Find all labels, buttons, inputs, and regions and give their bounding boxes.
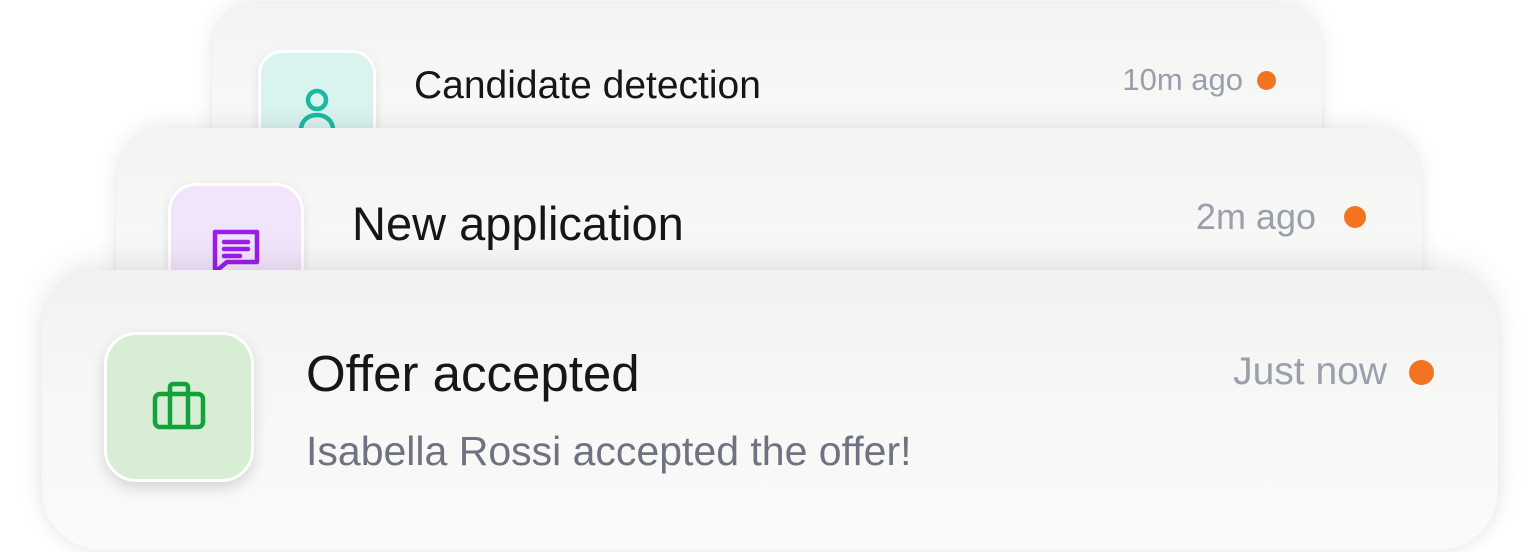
notification-message: Isabella Rossi accepted the offer!	[306, 428, 912, 474]
notification-card-offer-accepted[interactable]: Offer accepted Isabella Rossi accepted t…	[42, 270, 1498, 550]
notification-stack: Candidate detection 10m ago New applicat…	[0, 0, 1540, 552]
notification-meta: 2m ago	[1196, 196, 1366, 238]
notification-meta: 10m ago	[1122, 62, 1276, 98]
unread-dot-icon	[1344, 206, 1366, 228]
unread-dot-icon	[1257, 70, 1276, 90]
notification-icon-tile	[104, 332, 254, 482]
user-icon	[298, 88, 336, 132]
notification-title: Offer accepted	[306, 345, 640, 402]
notification-title: Candidate detection	[414, 64, 761, 107]
notification-time: 2m ago	[1195, 196, 1316, 237]
notification-title: New application	[352, 197, 684, 250]
unread-dot-icon	[1409, 359, 1434, 385]
notification-time: 10m ago	[1122, 62, 1243, 97]
notification-meta: Just now	[1233, 350, 1434, 394]
briefcase-icon	[152, 381, 206, 430]
notification-time: Just now	[1233, 350, 1387, 393]
